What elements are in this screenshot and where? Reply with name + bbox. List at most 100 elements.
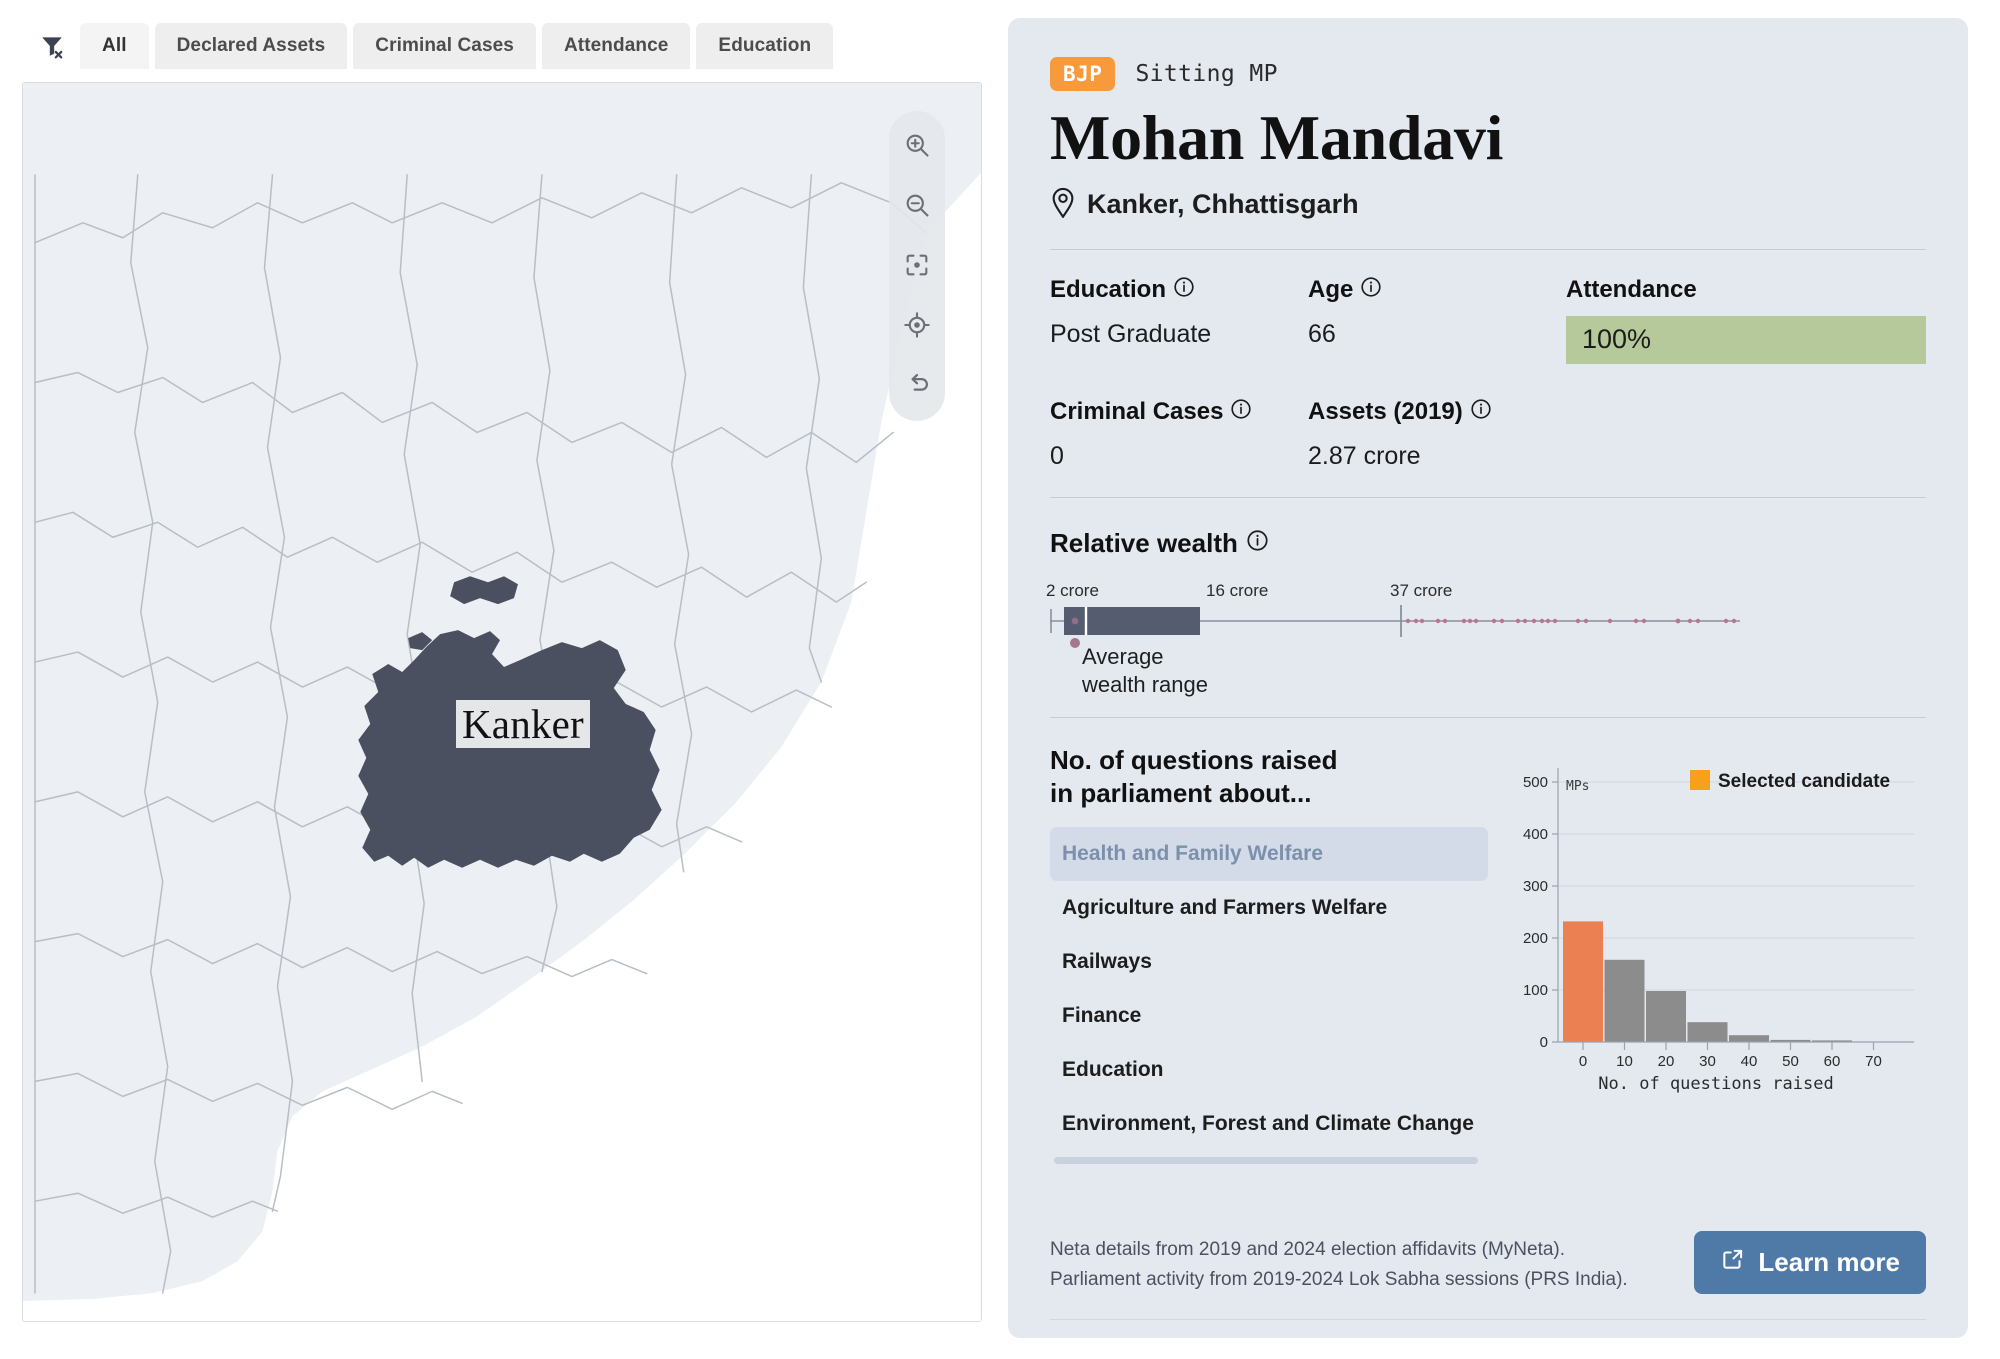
svg-text:20: 20 xyxy=(1658,1053,1675,1070)
histogram-bar-selected xyxy=(1563,921,1603,1042)
wealth-boxplot: 2 crore 16 crore 37 crore Average wealth… xyxy=(1046,581,1890,699)
wealth-boxplot-svg xyxy=(1050,604,1740,648)
map-controls xyxy=(889,111,945,421)
svg-text:0: 0 xyxy=(1540,1034,1548,1051)
info-icon[interactable] xyxy=(1246,528,1269,559)
stat-criminal-cases: Criminal Cases 0 xyxy=(1050,398,1308,471)
topic-item-finance[interactable]: Finance xyxy=(1050,989,1488,1043)
histogram-bar xyxy=(1646,990,1686,1042)
divider-wealth xyxy=(1050,496,1926,498)
stat-age: Age 66 xyxy=(1308,276,1566,364)
stat-education-label-text: Education xyxy=(1050,276,1167,304)
source-note-line2: Parliament activity from 2019-2024 Lok S… xyxy=(1050,1268,1628,1290)
info-icon[interactable] xyxy=(1470,398,1492,427)
questions-title-line1: No. of questions raised xyxy=(1050,744,1338,775)
tab-criminal-cases[interactable]: Criminal Cases xyxy=(353,23,536,69)
tab-education[interactable]: Education xyxy=(696,23,834,69)
party-badge: BJP xyxy=(1050,57,1116,91)
divider-questions xyxy=(1050,716,1926,718)
average-wealth-note-line2: wealth range xyxy=(1082,671,1208,697)
map-canvas[interactable]: Kanker xyxy=(22,82,982,1322)
relative-wealth-section: Relative wealth 2 crore 16 crore 37 cror… xyxy=(1046,528,1926,699)
learn-more-button[interactable]: Learn more xyxy=(1694,1231,1926,1294)
stat-criminal-value: 0 xyxy=(1050,441,1064,470)
histogram-bar xyxy=(1604,959,1645,1042)
stats-grid: Education Post Graduate Age 66 Attendanc… xyxy=(1050,276,1926,471)
questions-left: No. of questions raised in parliament ab… xyxy=(1050,744,1488,1165)
fit-bounds-icon[interactable] xyxy=(895,243,939,287)
svg-text:0: 0 xyxy=(1579,1053,1587,1070)
page-title: Mohan Mandavi xyxy=(1050,102,1504,173)
stat-age-label-text: Age xyxy=(1308,276,1354,304)
svg-text:400: 400 xyxy=(1523,826,1548,843)
stats-row-2: Criminal Cases 0 Assets (2019) 2.87 cror… xyxy=(1050,398,1926,471)
stat-assets: Assets (2019) 2.87 crore xyxy=(1308,398,1566,471)
svg-text:40: 40 xyxy=(1741,1053,1758,1070)
topic-item-railways[interactable]: Railways xyxy=(1050,935,1488,989)
tab-declared-assets[interactable]: Declared Assets xyxy=(154,23,348,69)
stat-assets-value: 2.87 crore xyxy=(1308,441,1421,470)
stat-education-value: Post Graduate xyxy=(1050,319,1212,348)
relative-wealth-title: Relative wealth xyxy=(1050,528,1926,559)
svg-text:300: 300 xyxy=(1523,878,1548,895)
location-pin-icon xyxy=(1050,186,1076,223)
stat-attendance: Attendance 100% xyxy=(1566,276,1926,364)
zoom-in-icon[interactable] xyxy=(895,123,939,167)
stat-age-value: 66 xyxy=(1308,319,1336,348)
topic-item-education[interactable]: Education xyxy=(1050,1043,1488,1097)
source-note: Neta details from 2019 and 2024 election… xyxy=(1050,1235,1628,1294)
attendance-bar: 100% xyxy=(1566,315,1926,364)
info-icon[interactable] xyxy=(1173,276,1195,305)
stat-assets-label-text: Assets (2019) xyxy=(1308,398,1463,426)
stat-attendance-label-text: Attendance xyxy=(1566,275,1697,303)
average-wealth-note-line1: Average xyxy=(1082,643,1164,669)
constituency: Kanker, Chhattisgarh xyxy=(1050,186,1926,223)
questions-title-line2: in parliament about... xyxy=(1050,778,1312,809)
reset-icon[interactable] xyxy=(895,363,939,407)
svg-text:10: 10 xyxy=(1616,1053,1633,1070)
stat-age-label: Age xyxy=(1308,276,1566,305)
info-icon[interactable] xyxy=(1360,276,1382,305)
external-link-icon xyxy=(1720,1246,1746,1279)
topic-item-environment[interactable]: Environment, Forest and Climate Change xyxy=(1050,1097,1488,1151)
histogram-ylabel: MPs xyxy=(1566,779,1589,794)
legend-label: Selected candidate xyxy=(1718,771,1890,792)
tab-all[interactable]: All xyxy=(80,23,149,69)
status-badge: Sitting MP xyxy=(1135,61,1278,87)
source-note-line1: Neta details from 2019 and 2024 election… xyxy=(1050,1239,1566,1261)
svg-text:500: 500 xyxy=(1523,774,1548,791)
stat-attendance-label: Attendance xyxy=(1566,276,1926,304)
app-root: All Declared Assets Criminal Cases Atten… xyxy=(0,0,2000,1359)
stat-education-label: Education xyxy=(1050,276,1308,305)
stats-row-1: Education Post Graduate Age 66 Attendanc… xyxy=(1050,276,1926,364)
info-icon[interactable] xyxy=(1230,398,1252,427)
filter-remove-icon[interactable] xyxy=(30,24,74,68)
map-vector xyxy=(23,83,981,1321)
filter-toolbar: All Declared Assets Criminal Cases Atten… xyxy=(22,18,978,74)
relative-wealth-title-text: Relative wealth xyxy=(1050,527,1238,558)
zoom-out-icon[interactable] xyxy=(895,183,939,227)
questions-topic-list: Health and Family Welfare Agriculture an… xyxy=(1050,827,1488,1151)
map-column: All Declared Assets Criminal Cases Atten… xyxy=(0,0,1000,1359)
stat-education: Education Post Graduate xyxy=(1050,276,1308,364)
topic-item-agriculture[interactable]: Agriculture and Farmers Welfare xyxy=(1050,881,1488,935)
svg-text:200: 200 xyxy=(1523,930,1548,947)
info-panel-column: BJP Sitting MP Mohan Mandavi Kanker, Chh… xyxy=(1000,0,2000,1359)
stat-criminal-label-text: Criminal Cases xyxy=(1050,398,1224,426)
learn-more-label: Learn more xyxy=(1758,1247,1900,1277)
histogram-xlabel: No. of questions raised xyxy=(1598,1073,1834,1094)
svg-text:70: 70 xyxy=(1865,1053,1882,1070)
svg-text:30: 30 xyxy=(1699,1053,1716,1070)
tab-attendance[interactable]: Attendance xyxy=(541,23,691,69)
stat-assets-label: Assets (2019) xyxy=(1308,398,1566,427)
svg-text:50: 50 xyxy=(1782,1053,1799,1070)
topic-list-scrollbar[interactable] xyxy=(1054,1157,1478,1165)
histogram-bar xyxy=(1729,1034,1769,1042)
questions-histogram: 500 400 300 200 100 0 MPs 0 10 20 30 40 … xyxy=(1506,752,1926,1094)
locate-icon[interactable] xyxy=(895,303,939,347)
questions-histogram-svg: 500 400 300 200 100 0 MPs 0 10 20 30 40 … xyxy=(1523,767,1914,1070)
questions-title: No. of questions raised in parliament ab… xyxy=(1050,744,1488,812)
divider-top xyxy=(1050,248,1926,250)
topic-item-health[interactable]: Health and Family Welfare xyxy=(1050,827,1488,882)
svg-text:100: 100 xyxy=(1523,982,1548,999)
